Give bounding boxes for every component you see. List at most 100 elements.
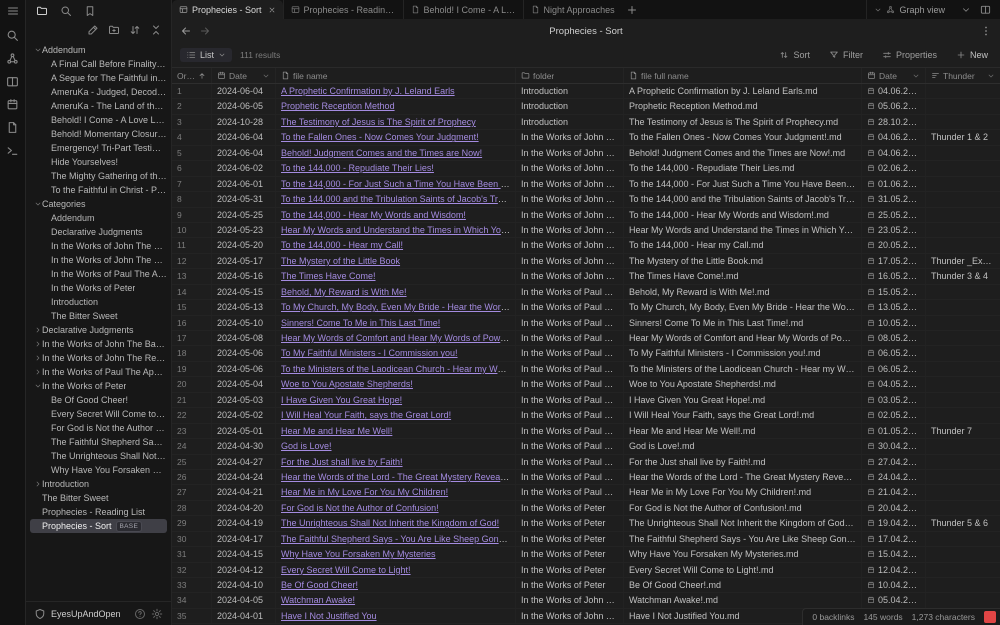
new-button[interactable]: New bbox=[952, 48, 992, 62]
tree-file[interactable]: Prophecies - SortBASE bbox=[30, 519, 167, 533]
file-link[interactable]: To the 144,000 - Repudiate Their Lies! bbox=[281, 163, 434, 173]
tree-file[interactable]: Addendum bbox=[30, 211, 167, 225]
file-link[interactable]: The Testimony of Jesus is The Spirit of … bbox=[281, 117, 476, 127]
back-icon[interactable] bbox=[180, 25, 192, 37]
search-tab-icon[interactable] bbox=[60, 5, 72, 17]
tab-night-approaches[interactable]: Night Approaches bbox=[523, 0, 622, 19]
forward-icon[interactable] bbox=[199, 25, 211, 37]
tree-file[interactable]: A Segue for The Faithful in Christ, ... bbox=[30, 71, 167, 85]
command-palette-icon[interactable] bbox=[6, 144, 19, 157]
collapse-chevron-icon[interactable] bbox=[33, 381, 42, 391]
char-count[interactable]: 1,273 characters bbox=[912, 612, 975, 622]
file-link[interactable]: The Times Have Come! bbox=[281, 271, 376, 281]
tree-folder[interactable]: Categories bbox=[30, 197, 167, 211]
file-link[interactable]: The Unrighteous Shall Not Inherit the Ki… bbox=[281, 518, 499, 528]
column-menu-icon[interactable] bbox=[912, 72, 920, 80]
tree-file[interactable]: Prophecies - Reading List bbox=[30, 505, 167, 519]
collapse-chevron-icon[interactable] bbox=[33, 479, 42, 489]
templates-icon[interactable] bbox=[6, 121, 19, 134]
tab-prophecies-reading-list[interactable]: Prophecies - Reading List bbox=[283, 0, 403, 19]
more-options-icon[interactable] bbox=[980, 25, 992, 37]
tree-file[interactable]: In the Works of Paul The Apostle bbox=[30, 267, 167, 281]
sort-order-icon[interactable] bbox=[129, 24, 141, 36]
column-header-file-name[interactable]: file name bbox=[276, 68, 516, 83]
collapse-chevron-icon[interactable] bbox=[33, 325, 42, 335]
file-link[interactable]: Sinners! Come To Me in This Last Time! bbox=[281, 318, 440, 328]
tree-file[interactable]: Behold! I Come - A Love Letter of ... bbox=[30, 113, 167, 127]
file-link[interactable]: Behold, My Reward is With Me! bbox=[281, 287, 407, 297]
column-header-folder[interactable]: folder bbox=[516, 68, 624, 83]
file-link[interactable]: Hear the Words of the Lord - The Great M… bbox=[281, 472, 515, 482]
file-link[interactable]: To My Church, My Body, Even My Bride - H… bbox=[281, 302, 516, 312]
vault-switcher[interactable]: EyesUpAndOpen bbox=[26, 601, 171, 625]
collapse-chevron-icon[interactable] bbox=[33, 353, 42, 363]
filter-button[interactable]: Filter bbox=[825, 48, 867, 62]
tree-file[interactable]: Why Have You Forsaken My Myst... bbox=[30, 463, 167, 477]
tree-file[interactable]: The Unrighteous Shall Not Inherit ... bbox=[30, 449, 167, 463]
file-link[interactable]: God is Love! bbox=[281, 441, 332, 451]
file-link[interactable]: For God is Not the Author of Confusion! bbox=[281, 503, 439, 513]
file-link[interactable]: The Mystery of the Little Book bbox=[281, 256, 400, 266]
file-link[interactable]: To the 144,000 - Hear my Call! bbox=[281, 240, 403, 250]
tree-file[interactable]: To the Faithful in Christ - Prepare ... bbox=[30, 183, 167, 197]
tree-file[interactable]: For God is Not the Author of Conf... bbox=[30, 421, 167, 435]
tab-prophecies-sort[interactable]: Prophecies - Sort bbox=[172, 0, 283, 19]
tree-file[interactable]: Introduction bbox=[30, 295, 167, 309]
new-folder-icon[interactable] bbox=[108, 24, 120, 36]
tree-file[interactable]: Emergency! Tri-Part Testimony an... bbox=[30, 141, 167, 155]
file-link[interactable]: I Will Heal Your Faith, says the Great L… bbox=[281, 410, 451, 420]
split-pane-icon[interactable] bbox=[980, 4, 991, 15]
file-link[interactable]: To the Fallen Ones - Now Comes Your Judg… bbox=[281, 132, 479, 142]
column-header-order[interactable]: Order bbox=[172, 68, 212, 83]
tree-file[interactable]: The Faithful Shepherd Says - You ... bbox=[30, 435, 167, 449]
tree-folder[interactable]: Declarative Judgments bbox=[30, 323, 167, 337]
collapse-chevron-icon[interactable] bbox=[33, 199, 42, 209]
collapse-chevron-icon[interactable] bbox=[33, 339, 42, 349]
menu-icon[interactable] bbox=[7, 5, 19, 17]
column-menu-icon[interactable] bbox=[262, 72, 270, 80]
file-link[interactable]: Hear My Words and Understand the Times i… bbox=[281, 225, 516, 235]
file-link[interactable]: Have I Not Justified You bbox=[281, 611, 377, 621]
tree-file[interactable]: The Bitter Sweet bbox=[30, 309, 167, 323]
tree-file[interactable]: Be Of Good Cheer! bbox=[30, 393, 167, 407]
new-tab-icon[interactable] bbox=[622, 0, 642, 19]
files-tab-icon[interactable] bbox=[36, 5, 48, 17]
column-menu-icon[interactable] bbox=[987, 72, 995, 80]
tree-file[interactable]: AmeruKa - The Land of the Plume... bbox=[30, 99, 167, 113]
file-link[interactable]: Why Have You Forsaken My Mysteries bbox=[281, 549, 436, 559]
file-link[interactable]: For the Just shall live by Faith! bbox=[281, 457, 403, 467]
file-link[interactable]: To My Faithful Ministers - I Commission … bbox=[281, 348, 458, 358]
file-link[interactable]: To the 144,000 - Hear My Words and Wisdo… bbox=[281, 210, 466, 220]
tree-file[interactable]: In the Works of John The Baptist bbox=[30, 239, 167, 253]
tab-list-icon[interactable] bbox=[961, 5, 971, 15]
tree-file[interactable]: The Mighty Gathering of the Faith... bbox=[30, 169, 167, 183]
file-link[interactable]: To the 144,000 and the Tribulation Saint… bbox=[281, 194, 516, 204]
file-link[interactable]: Be Of Good Cheer! bbox=[281, 580, 358, 590]
word-count[interactable]: 145 words bbox=[863, 612, 902, 622]
tab-behold-i-come-a-love-lette[interactable]: Behold! I Come - A Love Lette... bbox=[403, 0, 523, 19]
tree-file[interactable]: In the Works of John The Revelator bbox=[30, 253, 167, 267]
file-link[interactable]: I Have Given You Great Hope! bbox=[281, 395, 402, 405]
file-link[interactable]: The Faithful Shepherd Says - You Are Lik… bbox=[281, 534, 516, 544]
tree-file[interactable]: Declarative Judgments bbox=[30, 225, 167, 239]
tree-file[interactable]: Hide Yourselves! bbox=[30, 155, 167, 169]
new-note-icon[interactable] bbox=[87, 24, 99, 36]
collapse-chevron-icon[interactable] bbox=[33, 45, 42, 55]
tree-file[interactable]: AmeruKa - Judged, Decoded, Unv... bbox=[30, 85, 167, 99]
file-link[interactable]: A Prophetic Confirmation by J. Leland Ea… bbox=[281, 86, 455, 96]
tree-folder[interactable]: In the Works of Peter bbox=[30, 379, 167, 393]
tree-file[interactable]: Every Secret Will Come to Light! bbox=[30, 407, 167, 421]
tree-folder[interactable]: Addendum bbox=[30, 43, 167, 57]
file-link[interactable]: Prophetic Reception Method bbox=[281, 101, 395, 111]
help-icon[interactable] bbox=[134, 608, 146, 620]
column-header-date[interactable]: Date bbox=[862, 68, 926, 83]
tree-folder[interactable]: In the Works of Paul The Apostle bbox=[30, 365, 167, 379]
tree-folder[interactable]: In the Works of John The Revelator bbox=[30, 351, 167, 365]
column-header-thunder[interactable]: Thunder bbox=[926, 68, 1000, 83]
settings-icon[interactable] bbox=[151, 608, 163, 620]
sort-button[interactable]: Sort bbox=[775, 48, 814, 62]
tree-file[interactable]: Behold! Momentary Closure of Te... bbox=[30, 127, 167, 141]
file-link[interactable]: Watchman Awake! bbox=[281, 595, 355, 605]
collapse-all-icon[interactable] bbox=[150, 24, 162, 36]
tree-file[interactable]: The Bitter Sweet bbox=[30, 491, 167, 505]
